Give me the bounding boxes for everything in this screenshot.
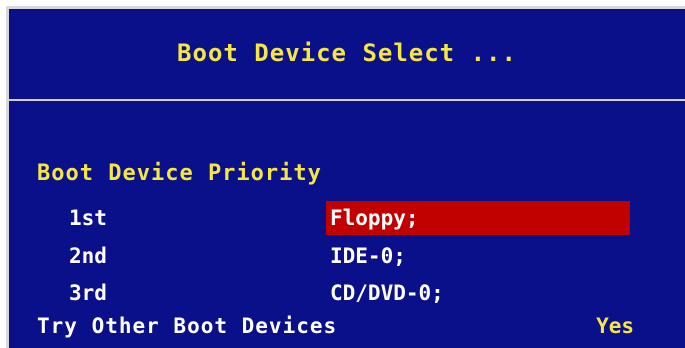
title-divider <box>9 99 685 101</box>
bios-screen: Boot Device Select ... Boot Device Prior… <box>0 0 685 348</box>
boot-order-label-3rd: 3rd <box>69 281 107 305</box>
try-other-boot-value[interactable]: Yes <box>596 314 634 338</box>
boot-order-value-1st[interactable]: Floppy; <box>326 201 630 235</box>
boot-order-label-2nd: 2nd <box>69 244 107 268</box>
panel-title: Boot Device Select ... <box>177 39 517 67</box>
boot-device-panel: Boot Device Select ... Boot Device Prior… <box>6 6 685 348</box>
try-other-boot-label: Try Other Boot Devices <box>37 314 338 338</box>
boot-order-value-2nd[interactable]: IDE-0; <box>326 239 630 273</box>
boot-order-value-3rd[interactable]: CD/DVD-0; <box>326 276 630 310</box>
boot-priority-heading: Boot Device Priority <box>37 161 322 186</box>
boot-order-label-1st: 1st <box>69 206 107 230</box>
